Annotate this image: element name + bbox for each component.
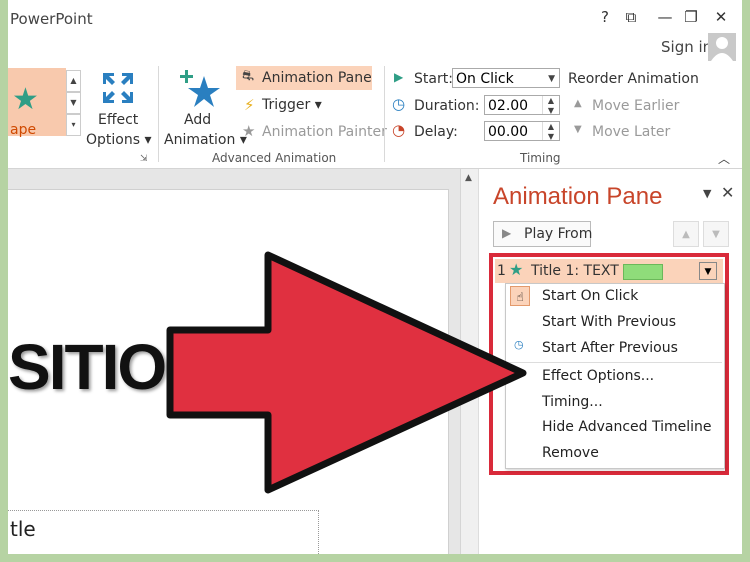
user-icon	[711, 37, 733, 61]
close-button[interactable]: ✕	[710, 8, 732, 26]
animation-painter-label: Animation Painter	[262, 124, 387, 140]
duration-label: Duration:	[414, 98, 480, 114]
ribbon-display-options-icon[interactable]: ⧉	[620, 8, 642, 26]
animation-pane-icon: ⛐	[242, 68, 255, 84]
effect-options-button[interactable]: Effect Options ▾	[86, 66, 152, 150]
menu-separator	[508, 362, 722, 363]
delay-label: Delay:	[414, 124, 458, 140]
minimize-button[interactable]: —	[654, 8, 676, 26]
gallery-scroll-up[interactable]: ▲	[66, 70, 81, 92]
painter-star-icon: ★	[242, 122, 256, 140]
menu-start-after-previous[interactable]: Start After Previous	[542, 340, 678, 356]
chevron-down-icon: ▼	[548, 74, 555, 84]
menu-remove[interactable]: Remove	[542, 445, 599, 461]
annotation-arrow	[166, 251, 527, 494]
star-icon: ★	[12, 82, 39, 117]
group-label-advanced-animation: Advanced Animation	[212, 151, 337, 165]
lightning-icon: ⚡	[244, 96, 255, 114]
move-up-button[interactable]: ▲	[673, 221, 699, 247]
start-select[interactable]: On Click ▼	[452, 68, 560, 88]
add-animation-label-2: Animation ▾	[164, 132, 247, 148]
animation-pane-label: Animation Pane	[262, 70, 372, 86]
maximize-button[interactable]: ❐	[680, 8, 702, 26]
triangle-down-icon: ▼	[574, 124, 582, 135]
help-button[interactable]: ?	[594, 8, 616, 26]
play-from-label: Play From	[524, 226, 593, 242]
animation-pane-button[interactable]: ⛐ Animation Pane	[236, 66, 372, 90]
animation-painter-button[interactable]: ★ Animation Painter	[236, 120, 387, 142]
pane-options-icon[interactable]: ▼	[703, 187, 711, 200]
move-earlier-label: Move Earlier	[592, 98, 680, 114]
start-label: Start:	[414, 71, 453, 87]
animation-item-label: Title 1: TEXT ...	[531, 263, 637, 279]
move-later-button[interactable]: ▼ Move Later	[570, 122, 690, 142]
powerpoint-window: PowerPoint ? ⧉ — ❐ ✕ Sign in ★ ape ▲ ▼ ▾…	[8, 0, 742, 554]
scroll-up-icon[interactable]: ▲	[465, 173, 472, 183]
play-from-button[interactable]: ▶ Play From	[493, 221, 593, 247]
duration-spinner[interactable]: ▲ ▼	[542, 96, 559, 115]
reorder-animation-title: Reorder Animation	[568, 71, 699, 87]
dialog-launcher-icon[interactable]: ⇲	[140, 154, 148, 164]
app-title: PowerPoint	[10, 10, 93, 28]
menu-effect-options[interactable]: Effect Options...	[542, 368, 654, 384]
start-play-icon: ▶	[394, 70, 404, 84]
group-label-timing: Timing	[520, 151, 561, 165]
pane-title: Animation Pane	[493, 183, 663, 210]
move-down-button[interactable]: ▼	[703, 221, 729, 247]
ribbon: ★ ape ▲ ▼ ▾ Effect Options ▾ ⇲ Add Anima…	[8, 62, 742, 169]
menu-hide-advanced-timeline[interactable]: Hide Advanced Timeline	[542, 419, 712, 435]
gallery-item-label: ape	[10, 122, 37, 138]
timeline-bar	[623, 264, 663, 280]
effect-options-label-2: Options ▾	[86, 132, 152, 148]
menu-start-with-previous[interactable]: Start With Previous	[542, 314, 676, 330]
group-separator	[158, 66, 159, 162]
add-animation-label-1: Add	[184, 112, 212, 128]
subtitle-text: tle	[10, 517, 36, 541]
triangle-up-icon: ▲	[574, 98, 582, 109]
clock-icon: ◷	[392, 95, 406, 113]
animation-gallery-selected[interactable]: ★ ape	[8, 68, 66, 138]
group-separator	[384, 66, 385, 162]
duration-value: 02.00	[488, 98, 529, 114]
delay-icon: ◔	[392, 121, 406, 139]
effect-options-icon	[103, 73, 133, 103]
add-animation-button[interactable]: Add Animation ▾	[160, 66, 247, 150]
start-select-value: On Click	[456, 71, 514, 87]
avatar[interactable]	[708, 33, 736, 61]
move-later-label: Move Later	[592, 124, 671, 140]
duration-input[interactable]: 02.00 ▲ ▼	[484, 95, 560, 115]
delay-input[interactable]: 00.00 ▲ ▼	[484, 121, 560, 141]
item-dropdown-button[interactable]: ▼	[699, 262, 717, 280]
effect-options-label-1: Effect	[98, 112, 139, 128]
animation-context-menu: ☝ Start On Click Start With Previous ◷ S…	[505, 283, 725, 469]
trigger-label: Trigger ▾	[262, 97, 322, 113]
delay-spinner[interactable]: ▲ ▼	[542, 122, 559, 141]
gallery-scroll-down[interactable]: ▼	[66, 92, 81, 114]
delay-value: 00.00	[488, 124, 529, 140]
collapse-ribbon-icon[interactable]: ︿	[718, 150, 730, 167]
play-icon: ▶	[502, 226, 512, 240]
pane-close-icon[interactable]: ✕	[721, 183, 734, 202]
move-earlier-button[interactable]: ▲ Move Earlier	[570, 96, 690, 116]
add-animation-star-icon	[180, 70, 220, 107]
menu-timing[interactable]: Timing...	[542, 394, 603, 410]
subtitle-placeholder[interactable]: tle	[8, 510, 319, 554]
menu-start-on-click[interactable]: Start On Click	[542, 288, 638, 304]
trigger-button[interactable]: ⚡ Trigger ▾	[236, 94, 336, 116]
gallery-more[interactable]: ▾	[66, 114, 81, 136]
sign-in-link[interactable]: Sign in	[661, 38, 712, 56]
